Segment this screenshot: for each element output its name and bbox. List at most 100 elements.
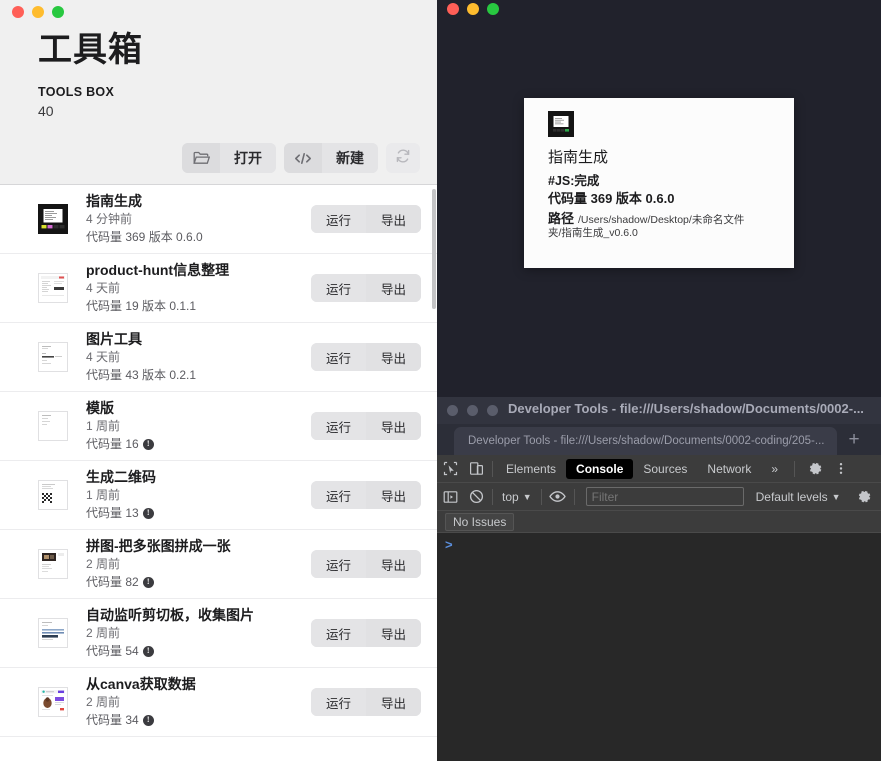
filterbar-divider bbox=[541, 489, 542, 505]
detail-window-traffic-lights bbox=[447, 3, 499, 15]
tool-item-time: 2 周前 bbox=[86, 556, 311, 573]
export-button[interactable]: 导出 bbox=[366, 619, 421, 647]
tool-item-meta: 代码量 43 版本 0.2.1 bbox=[86, 367, 311, 384]
tab-elements[interactable]: Elements bbox=[496, 459, 566, 479]
run-button[interactable]: 运行 bbox=[311, 688, 366, 716]
refresh-button[interactable] bbox=[386, 143, 420, 173]
open-button[interactable]: 打开 bbox=[182, 143, 276, 173]
chevron-down-icon: ▼ bbox=[523, 492, 532, 502]
tab-sources[interactable]: Sources bbox=[633, 459, 697, 479]
tool-item-title: 模版 bbox=[86, 399, 311, 417]
close-button[interactable] bbox=[447, 3, 459, 15]
run-button[interactable]: 运行 bbox=[311, 550, 366, 578]
run-button[interactable]: 运行 bbox=[311, 619, 366, 647]
devtools-titlebar: Developer Tools - file:///Users/shadow/D… bbox=[437, 397, 881, 424]
tool-list-item[interactable]: 图片工具4 天前代码量 43 版本 0.2.1运行导出 bbox=[0, 323, 437, 392]
tool-list-item[interactable]: 模版1 周前代码量 16!运行导出 bbox=[0, 392, 437, 461]
folder-icon bbox=[182, 143, 220, 173]
tool-list-item[interactable]: 生成二维码1 周前代码量 13!运行导出 bbox=[0, 461, 437, 530]
toolbar-divider bbox=[492, 461, 493, 477]
tool-list-item[interactable]: 指南生成4 分钟前代码量 369 版本 0.6.0运行导出 bbox=[0, 185, 437, 254]
minimize-button[interactable] bbox=[467, 405, 478, 416]
tool-item-meta: 代码量 54! bbox=[86, 643, 311, 660]
detail-card: 指南生成 #JS:完成 代码量 369 版本 0.6.0 路径 /Users/s… bbox=[524, 98, 794, 268]
minimize-button[interactable] bbox=[32, 6, 44, 18]
tool-item-info: 模版1 周前代码量 16! bbox=[68, 399, 311, 453]
log-levels-selector[interactable]: Default levels ▼ bbox=[756, 490, 841, 504]
export-button[interactable]: 导出 bbox=[366, 481, 421, 509]
tool-item-meta-text: 代码量 43 版本 0.2.1 bbox=[86, 367, 196, 384]
tool-item-info: 自动监听剪切板，收集图片2 周前代码量 54! bbox=[68, 606, 311, 660]
export-button[interactable]: 导出 bbox=[366, 205, 421, 233]
export-button[interactable]: 导出 bbox=[366, 274, 421, 302]
close-button[interactable] bbox=[447, 405, 458, 416]
tool-item-info: 图片工具4 天前代码量 43 版本 0.2.1 bbox=[68, 330, 311, 384]
devtools-tabstrip: Developer Tools - file:///Users/shadow/D… bbox=[437, 424, 881, 455]
tool-item-actions: 运行导出 bbox=[311, 550, 421, 578]
tool-list-item[interactable]: 自动监听剪切板，收集图片2 周前代码量 54!运行导出 bbox=[0, 599, 437, 668]
canva-page-thumb-icon bbox=[38, 687, 68, 717]
list-scrollbar-thumb[interactable] bbox=[432, 189, 436, 309]
new-tab-button[interactable]: + bbox=[837, 424, 871, 455]
export-button[interactable]: 导出 bbox=[366, 412, 421, 440]
run-button[interactable]: 运行 bbox=[311, 481, 366, 509]
tool-item-meta-text: 代码量 13 bbox=[86, 505, 139, 522]
tool-item-info: 拼图-把多张图拼成一张2 周前代码量 82! bbox=[68, 537, 311, 591]
export-button[interactable]: 导出 bbox=[366, 343, 421, 371]
maximize-button[interactable] bbox=[487, 3, 499, 15]
maximize-button[interactable] bbox=[52, 6, 64, 18]
context-selector[interactable]: top ▼ bbox=[496, 490, 538, 504]
kebab-menu-icon[interactable] bbox=[828, 455, 854, 483]
dark-editor-thumb-icon bbox=[38, 204, 68, 234]
run-button[interactable]: 运行 bbox=[311, 343, 366, 371]
close-button[interactable] bbox=[12, 6, 24, 18]
warning-icon: ! bbox=[143, 508, 154, 519]
toolbar-divider bbox=[794, 461, 795, 477]
tab-network[interactable]: Network bbox=[697, 459, 761, 479]
tool-item-info: 从canva获取数据2 周前代码量 34! bbox=[68, 675, 311, 729]
run-button[interactable]: 运行 bbox=[311, 274, 366, 302]
maximize-button[interactable] bbox=[487, 405, 498, 416]
device-toggle-icon[interactable] bbox=[463, 455, 489, 483]
qrcode-page-thumb-icon bbox=[38, 480, 68, 510]
new-button-label: 新建 bbox=[322, 143, 378, 173]
tool-item-time: 4 分钟前 bbox=[86, 211, 311, 228]
gear-icon[interactable] bbox=[802, 455, 828, 483]
filterbar-divider bbox=[492, 489, 493, 505]
export-button[interactable]: 导出 bbox=[366, 550, 421, 578]
tab-console[interactable]: Console bbox=[566, 459, 633, 479]
devtools-window: Developer Tools - file:///Users/shadow/D… bbox=[437, 397, 881, 761]
console-sidebar-icon[interactable] bbox=[437, 483, 463, 511]
log-levels-label: Default levels bbox=[756, 490, 828, 504]
run-button[interactable]: 运行 bbox=[311, 205, 366, 233]
tool-item-actions: 运行导出 bbox=[311, 343, 421, 371]
console-filter-input[interactable] bbox=[586, 487, 744, 506]
console-filter-toolbar: top ▼ Default levels ▼ bbox=[437, 483, 881, 511]
console-output-area[interactable]: > bbox=[437, 533, 881, 761]
tool-list-item[interactable]: 从canva获取数据2 周前代码量 34!运行导出 bbox=[0, 668, 437, 737]
gear-icon[interactable] bbox=[851, 483, 877, 511]
tool-list-item[interactable]: 拼图-把多张图拼成一张2 周前代码量 82!运行导出 bbox=[0, 530, 437, 599]
no-issues-badge[interactable]: No Issues bbox=[445, 513, 514, 531]
tool-list[interactable]: 指南生成4 分钟前代码量 369 版本 0.6.0运行导出 product-hu… bbox=[0, 185, 437, 761]
minimize-button[interactable] bbox=[467, 3, 479, 15]
tool-item-meta: 代码量 13! bbox=[86, 505, 311, 522]
tool-item-title: 图片工具 bbox=[86, 330, 311, 348]
form-page-thumb-icon bbox=[38, 342, 68, 372]
browser-tab[interactable]: Developer Tools - file:///Users/shadow/D… bbox=[454, 427, 837, 455]
tool-item-title: 自动监听剪切板，收集图片 bbox=[86, 606, 311, 624]
live-expression-icon[interactable] bbox=[545, 483, 571, 511]
list-scrollbar[interactable] bbox=[430, 185, 437, 761]
run-button[interactable]: 运行 bbox=[311, 412, 366, 440]
clear-console-icon[interactable] bbox=[463, 483, 489, 511]
inspect-cursor-icon[interactable] bbox=[437, 455, 463, 483]
tool-item-meta-text: 代码量 16 bbox=[86, 436, 139, 453]
tool-list-item[interactable]: product-hunt信息整理4 天前代码量 19 版本 0.1.1运行导出 bbox=[0, 254, 437, 323]
tool-item-meta: 代码量 369 版本 0.6.0 bbox=[86, 229, 311, 246]
new-button[interactable]: 新建 bbox=[284, 143, 378, 173]
toolbox-app-window: 工具箱 TOOLS BOX 40 打开 bbox=[0, 0, 437, 761]
devtools-main-toolbar: Elements Console Sources Network » bbox=[437, 455, 881, 483]
export-button[interactable]: 导出 bbox=[366, 688, 421, 716]
context-label: top bbox=[502, 490, 519, 504]
more-tabs-button[interactable]: » bbox=[761, 459, 788, 479]
